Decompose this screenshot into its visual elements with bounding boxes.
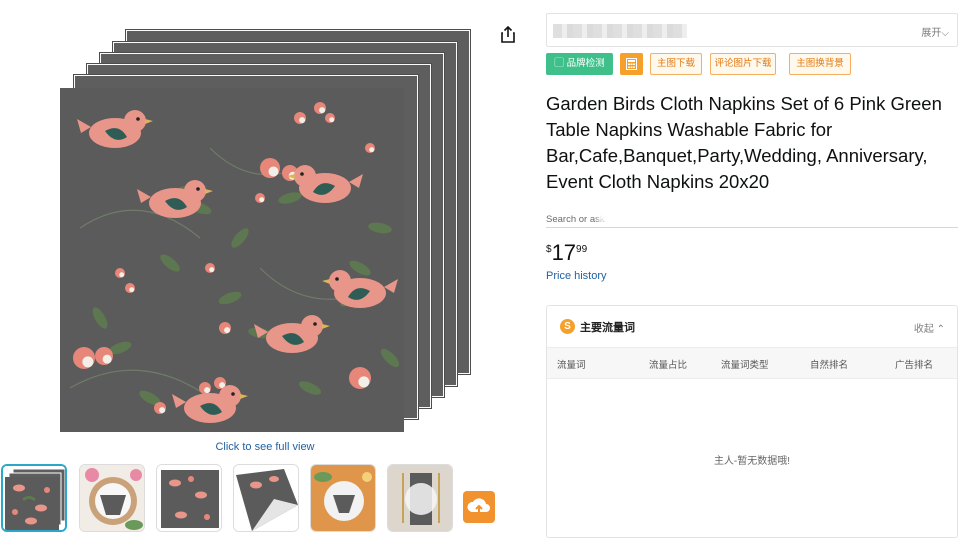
keyword-table-header: 流量词 流量占比 流量词类型 自然排名 广告排名: [547, 347, 957, 379]
column-header[interactable]: 广告排名: [895, 357, 933, 371]
review-image-download-button[interactable]: 评论图片下载: [710, 53, 776, 75]
tool-tags: ▢ 品牌检测 主图下载 评论图片下载 主图换背景: [546, 53, 965, 75]
thumbnail-napkin-flat[interactable]: [156, 464, 222, 532]
berry-highlight: [299, 117, 306, 124]
plugin-logo-icon: S: [560, 319, 575, 334]
calculator-icon: [626, 58, 637, 70]
chevron-up-icon: ⌃: [936, 324, 945, 335]
bird-eye: [196, 187, 200, 191]
column-header[interactable]: 自然排名: [810, 357, 848, 371]
bird-head: [124, 110, 146, 132]
collapse-toggle[interactable]: 收起 ⌃: [914, 320, 945, 335]
bird-eye: [231, 392, 235, 396]
thumbnail-napkin-stack[interactable]: [1, 464, 67, 532]
price-history-link[interactable]: Price history: [546, 270, 607, 282]
bird-head: [294, 165, 316, 187]
brand-check-label: 品牌检测: [566, 58, 605, 69]
divider: [546, 227, 958, 228]
berry-highlight: [358, 376, 370, 388]
cloud-upload-icon[interactable]: [463, 491, 495, 523]
thumbnail-napkin-folded[interactable]: [233, 464, 299, 532]
column-header[interactable]: 流量词: [557, 357, 586, 371]
brand-check-button[interactable]: ▢ 品牌检测: [546, 53, 613, 75]
price-whole: 17: [551, 240, 577, 265]
bird-head: [301, 315, 323, 337]
berry-highlight: [319, 107, 326, 114]
berry-highlight: [369, 147, 375, 153]
berry-highlight: [102, 354, 112, 364]
keyword-panel-title: 主要流量词: [580, 322, 635, 334]
berry-highlight: [268, 166, 279, 177]
calculator-button[interactable]: [620, 53, 643, 75]
napkin-pattern: [60, 88, 404, 432]
chevron-down-icon: ⌵: [941, 28, 949, 39]
thumbnail-strip: [0, 464, 500, 534]
garden-birds-pattern: [60, 88, 404, 432]
berry-highlight: [224, 327, 231, 334]
bird-eye: [313, 322, 317, 326]
square-icon: ▢: [554, 58, 567, 69]
berry-highlight: [259, 197, 265, 203]
berry-highlight: [204, 387, 211, 394]
berry-highlight: [209, 267, 215, 273]
keyword-traffic-panel: S 主要流量词 收起 ⌃ 流量词 流量占比 流量词类型 自然排名 广告排名 主人…: [546, 305, 958, 538]
price: $1799: [546, 242, 587, 266]
bird-eye: [300, 172, 304, 176]
berry-highlight: [159, 407, 166, 414]
product-title: Garden Birds Cloth Napkins Set of 6 Pink…: [546, 93, 942, 192]
search-or-ask-link[interactable]: Search or ask: [546, 214, 605, 225]
bird-head: [219, 385, 241, 407]
expand-label: 展开: [921, 28, 942, 39]
store-info-bar: 展开⌵: [546, 13, 958, 47]
price-currency: $: [546, 244, 552, 255]
main-product-image[interactable]: [60, 28, 472, 434]
thumbnail-table-setting-pink[interactable]: [79, 464, 145, 532]
berry-highlight: [129, 287, 135, 293]
thumbnail-table-setting-orange[interactable]: [310, 464, 376, 532]
bird-head: [184, 180, 206, 202]
price-fraction: 99: [576, 244, 588, 255]
see-full-view-link[interactable]: Click to see full view: [180, 441, 350, 453]
thumbnail-plate-napkin[interactable]: [387, 464, 453, 532]
main-image-download-button[interactable]: 主图下载: [650, 53, 702, 75]
column-header[interactable]: 流量占比: [649, 357, 687, 371]
berry-highlight: [119, 272, 125, 278]
empty-state-text: 主人-暂无数据哦!: [713, 456, 791, 467]
column-header[interactable]: 流量词类型: [721, 357, 769, 371]
main-image-replace-bg-button[interactable]: 主图换背景: [789, 53, 851, 75]
berry-highlight: [82, 356, 94, 368]
store-name-redacted: [553, 24, 687, 38]
bird-eye: [335, 277, 339, 281]
bird-head: [329, 270, 351, 292]
keyword-panel-header: S 主要流量词 收起 ⌃: [547, 306, 957, 346]
collapse-label: 收起: [913, 324, 934, 335]
redacted-overlay: [598, 200, 668, 222]
expand-toggle[interactable]: 展开⌵: [921, 24, 949, 39]
berry-highlight: [329, 117, 335, 123]
bird-eye: [136, 117, 140, 121]
share-icon[interactable]: [498, 25, 518, 45]
